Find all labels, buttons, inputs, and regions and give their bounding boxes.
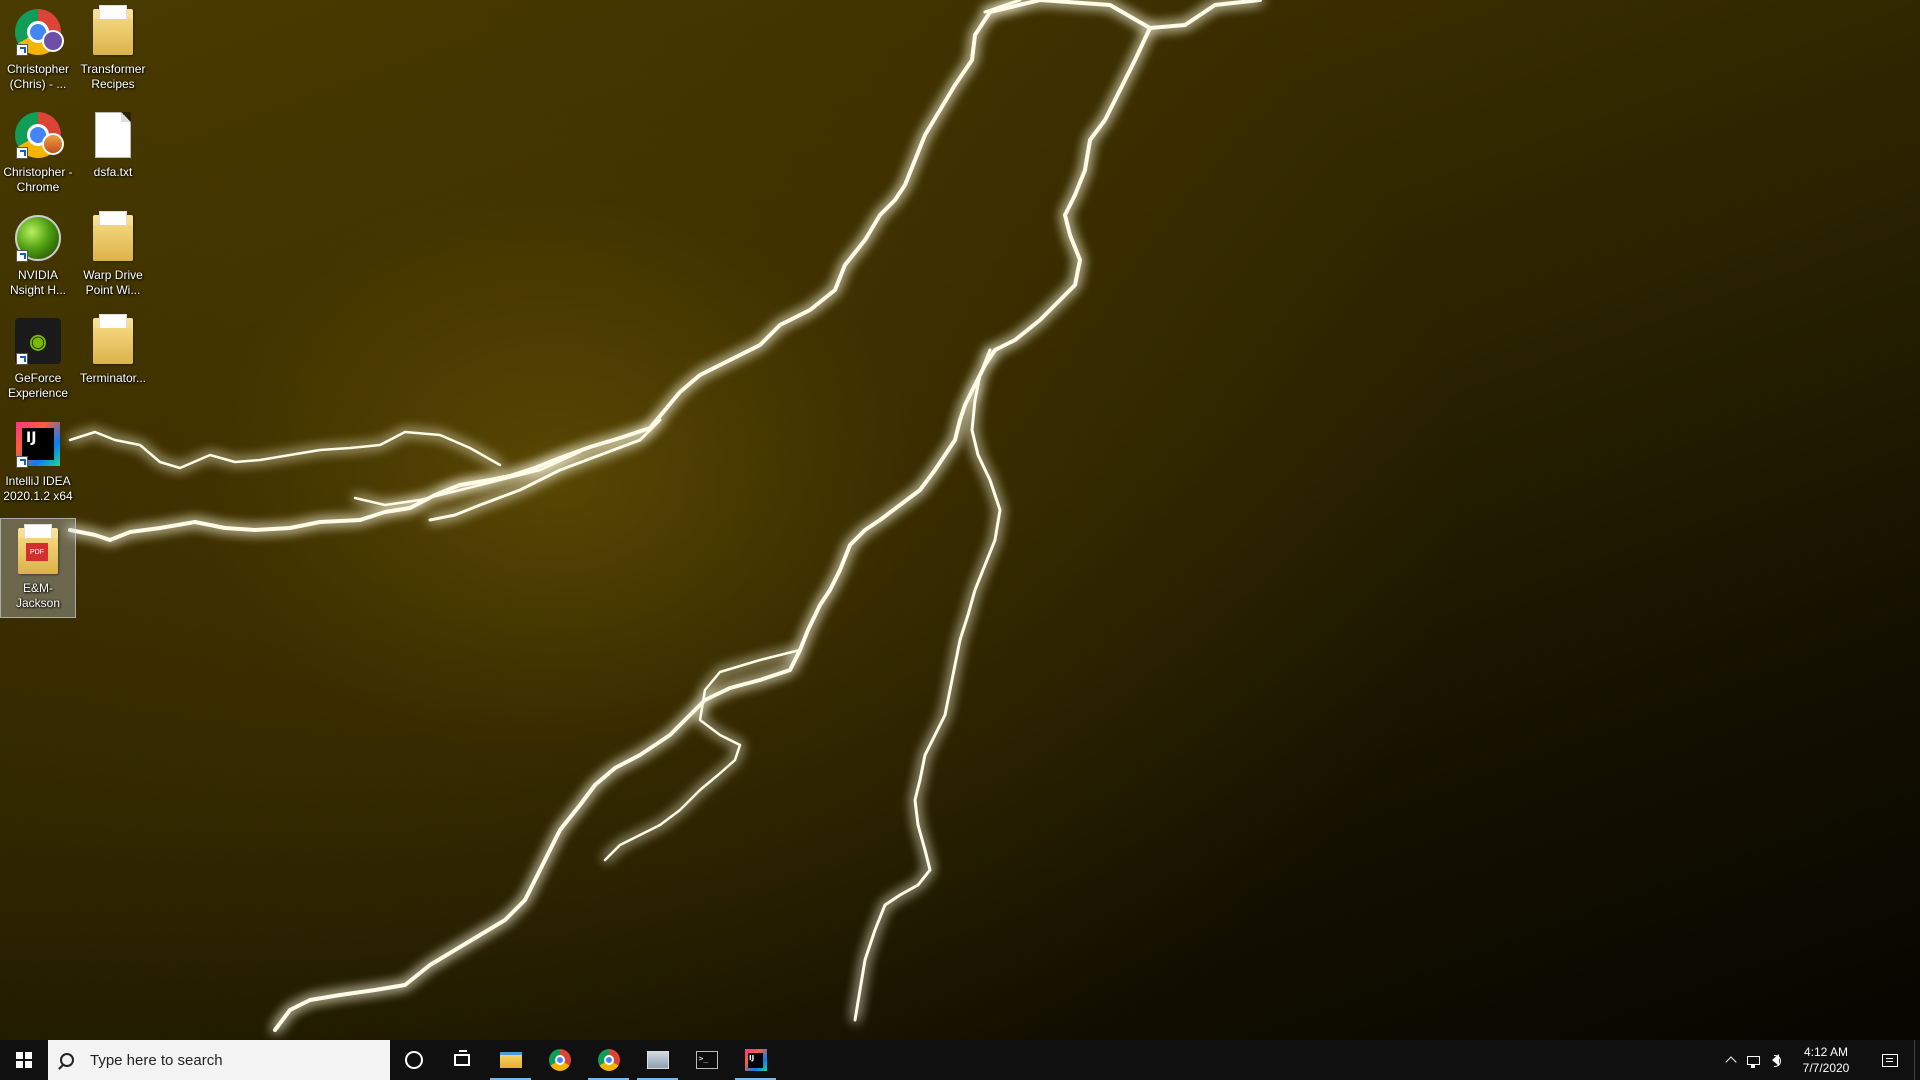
speaker-icon <box>1771 1054 1781 1067</box>
network-icon <box>1746 1055 1760 1068</box>
desktop-icon-geforce-experience[interactable]: ◉ GeForce Experience <box>0 309 76 409</box>
cortana-button[interactable] <box>390 1040 438 1080</box>
desktop-icon-label: Warp Drive Point Wi... <box>83 268 143 297</box>
desktop-icon-label: Transformer Recipes <box>80 62 146 91</box>
shortcut-arrow-icon <box>16 44 28 56</box>
desktop: Christopher (Chris) - ... Transformer Re… <box>0 0 1920 1040</box>
start-button[interactable] <box>0 1040 48 1080</box>
file-explorer-icon <box>499 1052 522 1068</box>
terminal-icon: >_ <box>695 1051 718 1069</box>
desktop-icon-nvidia-nsight[interactable]: NVIDIA Nsight H... <box>0 206 76 306</box>
shortcut-arrow-icon <box>16 353 28 365</box>
desktop-icon-label: IntelliJ IDEA 2020.1.2 x64 <box>3 474 73 503</box>
cortana-icon <box>405 1051 423 1069</box>
folder-icon <box>87 5 139 58</box>
desktop-icon-label: NVIDIA Nsight H... <box>9 268 66 297</box>
desktop-icon-terminator[interactable]: Terminator... <box>75 309 151 409</box>
volume-button[interactable] <box>1764 1040 1786 1080</box>
taskbar-app-chrome-profile[interactable] <box>584 1040 633 1080</box>
remote-desktop-icon <box>646 1051 669 1069</box>
intellij-icon: IJ <box>12 418 64 470</box>
notification-icon <box>1882 1053 1898 1067</box>
taskbar: >_ IJ 4:12 AM 7/7/2020 <box>0 1040 1920 1080</box>
text-file-icon <box>87 109 139 161</box>
task-view-button[interactable] <box>438 1040 486 1080</box>
chrome-icon <box>548 1049 571 1071</box>
shortcut-arrow-icon <box>16 250 28 262</box>
desktop-icon-christopher-chrome[interactable]: Christopher - Chrome <box>0 103 76 203</box>
wallpaper-lightning <box>68 0 1262 1032</box>
geforce-icon: ◉ <box>12 315 64 367</box>
chrome-profile-icon <box>597 1049 620 1071</box>
desktop-icon-label: E&M-Jackson <box>15 581 61 610</box>
search-input[interactable] <box>88 1050 372 1070</box>
nvidia-nsight-icon <box>12 212 64 264</box>
desktop-icon-label: GeForce Experience <box>7 371 69 400</box>
folder-icon <box>87 314 139 367</box>
action-center-button[interactable] <box>1866 1040 1914 1080</box>
taskbar-app-file-explorer[interactable] <box>486 1040 535 1080</box>
chrome-profile-icon <box>12 109 64 161</box>
taskbar-app-chrome[interactable] <box>535 1040 584 1080</box>
windows-logo-icon <box>16 1052 32 1068</box>
show-hidden-icons-button[interactable] <box>1720 1040 1742 1080</box>
clock-date: 7/7/2020 <box>1802 1061 1850 1075</box>
system-tray: 4:12 AM 7/7/2020 <box>1720 1040 1920 1080</box>
taskbar-app-intellij[interactable]: IJ <box>731 1040 780 1080</box>
desktop-icon-dsfa-txt[interactable]: dsfa.txt <box>75 103 151 203</box>
desktop-icon-label: dsfa.txt <box>93 165 133 179</box>
task-view-icon <box>454 1050 470 1066</box>
desktop-icon-intellij-idea[interactable]: IJ IntelliJ IDEA 2020.1.2 x64 <box>0 412 76 512</box>
show-desktop-button[interactable] <box>1914 1040 1920 1080</box>
desktop-icon-label: Christopher (Chris) - ... <box>6 62 70 91</box>
folder-icon <box>87 211 139 264</box>
taskbar-app-terminal[interactable]: >_ <box>682 1040 731 1080</box>
network-button[interactable] <box>1742 1040 1764 1080</box>
desktop-icon-label: Christopher - Chrome <box>3 165 73 194</box>
shortcut-arrow-icon <box>16 456 28 468</box>
search-icon <box>60 1053 74 1067</box>
desktop-icon-christopher-chris[interactable]: Christopher (Chris) - ... <box>0 0 76 100</box>
clock-time: 4:12 AM <box>1803 1045 1849 1059</box>
pdf-folder-icon: PDF <box>12 524 64 577</box>
chevron-up-icon <box>1725 1056 1737 1068</box>
taskbar-app-remote-desktop[interactable] <box>633 1040 682 1080</box>
desktop-icon-em-jackson[interactable]: PDF E&M-Jackson <box>0 518 76 618</box>
search-box[interactable] <box>48 1040 390 1080</box>
chrome-profile-icon <box>12 6 64 58</box>
desktop-icon-label: Terminator... <box>79 371 147 385</box>
desktop-icon-transformer-recipes[interactable]: Transformer Recipes <box>75 0 151 100</box>
intellij-icon: IJ <box>744 1049 767 1071</box>
desktop-icon-warp-drive[interactable]: Warp Drive Point Wi... <box>75 206 151 306</box>
shortcut-arrow-icon <box>16 147 28 159</box>
clock[interactable]: 4:12 AM 7/7/2020 <box>1786 1040 1866 1080</box>
